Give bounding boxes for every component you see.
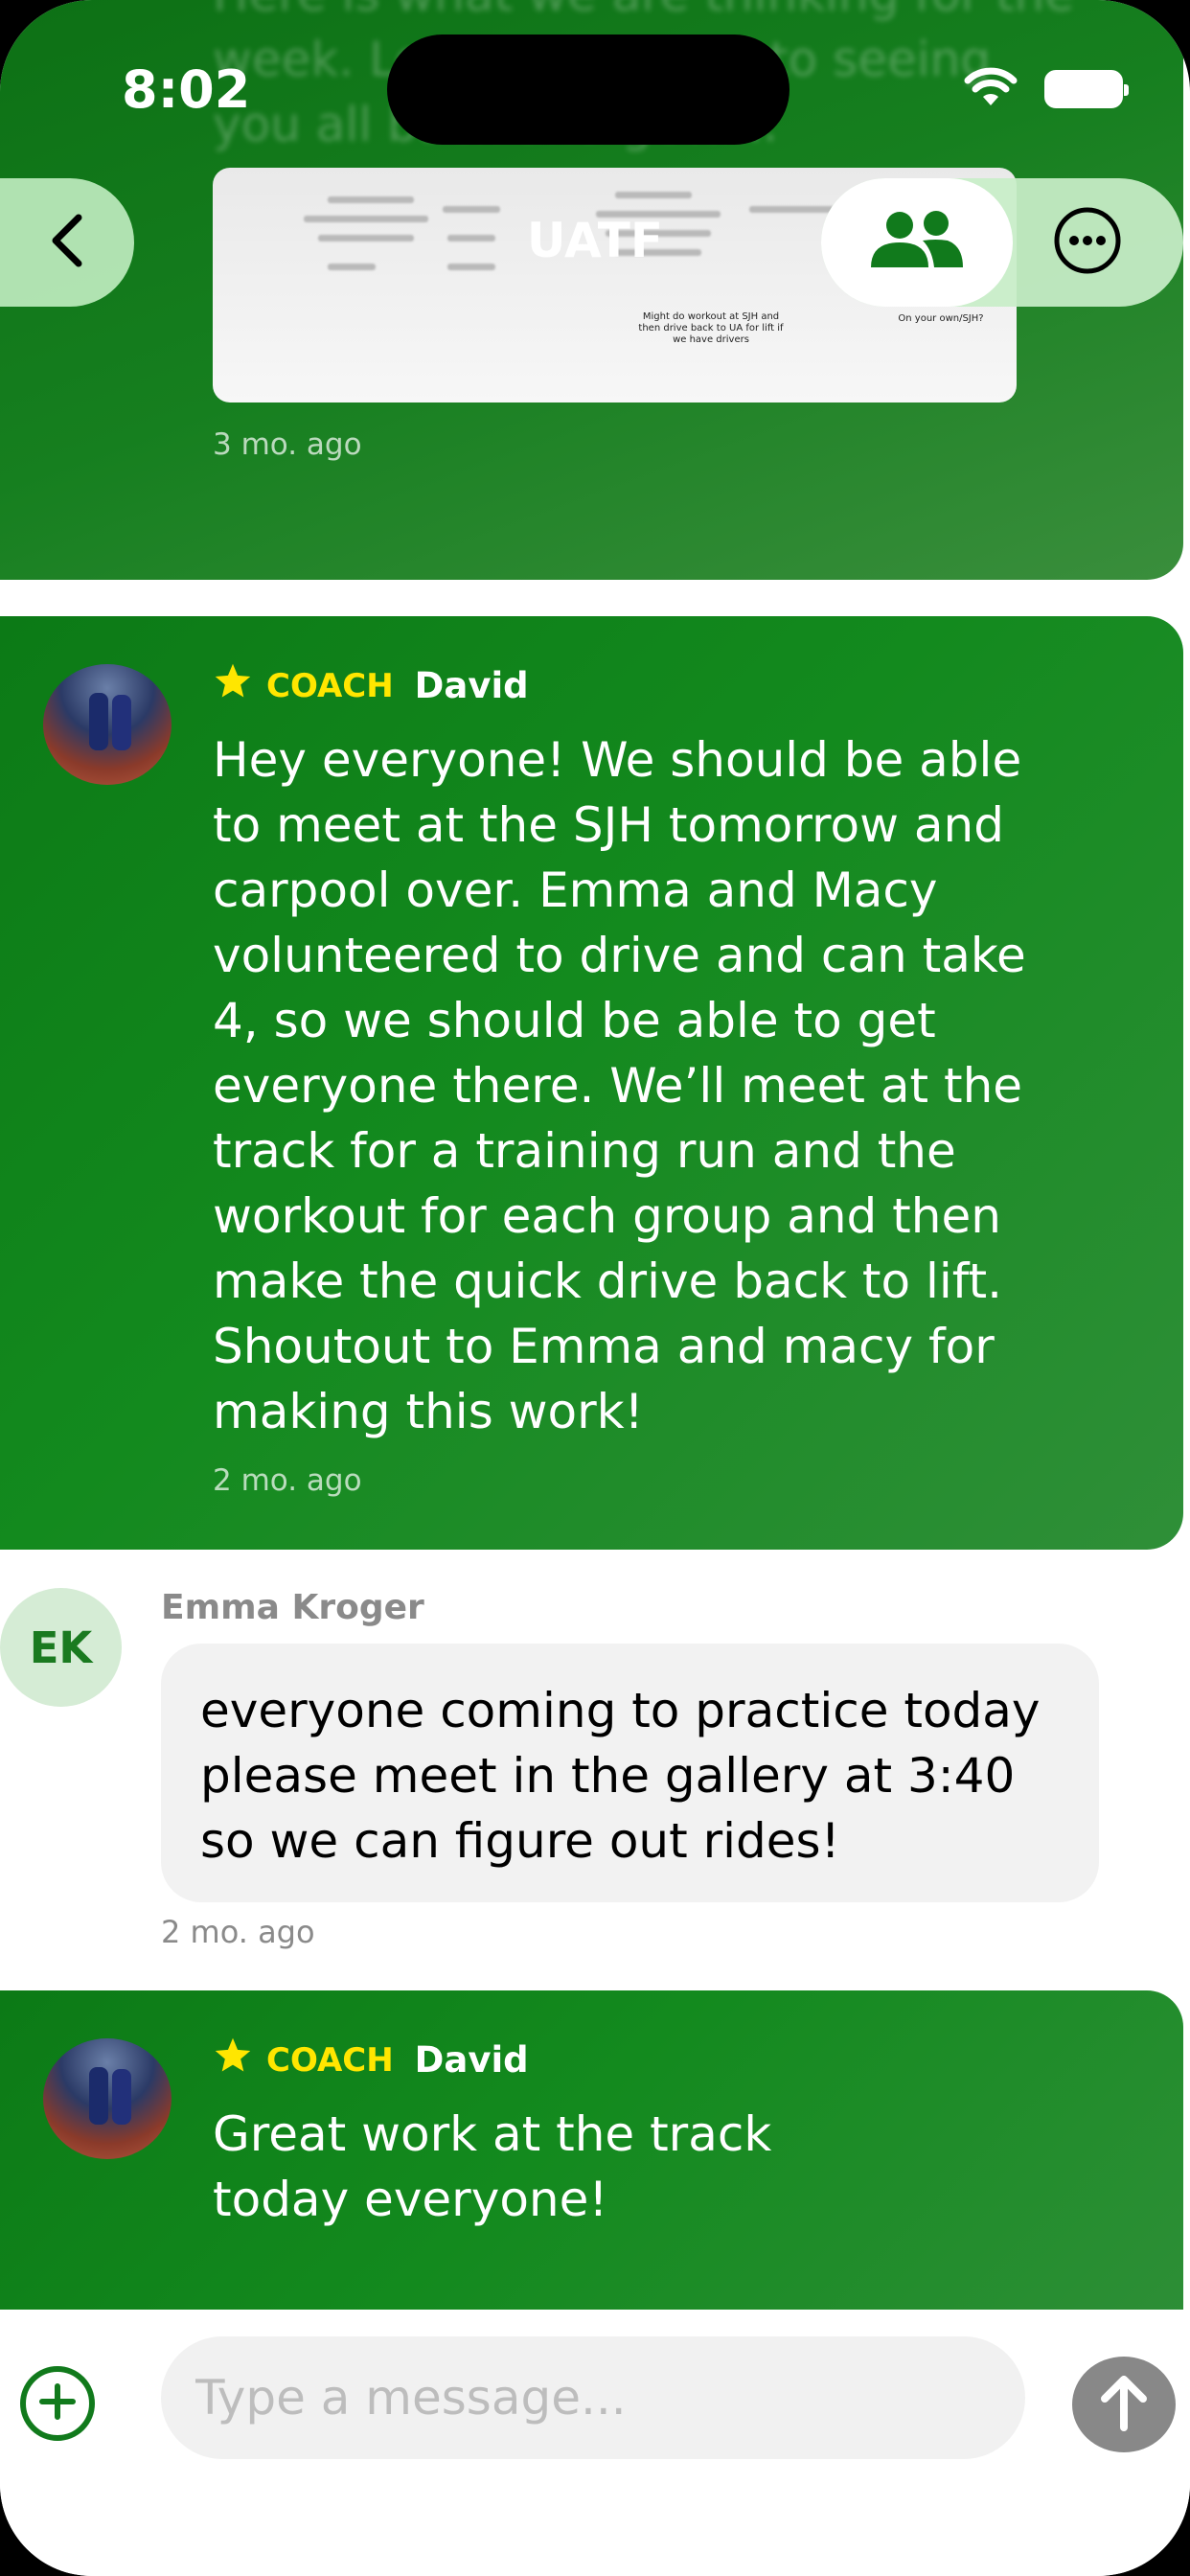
more-icon <box>1053 206 1122 279</box>
nav-actions <box>821 178 1183 307</box>
battery-icon <box>1044 70 1129 108</box>
coach-badge: COACH <box>213 2036 394 2083</box>
send-button[interactable] <box>1072 2357 1176 2452</box>
star-icon <box>213 662 253 709</box>
avatar[interactable]: EK <box>0 1588 122 1707</box>
message-header: COACH David <box>213 662 529 709</box>
message-input[interactable] <box>161 2336 1025 2459</box>
dynamic-island <box>387 34 790 145</box>
arrow-up-icon <box>1097 2372 1151 2437</box>
message-bubble[interactable]: everyone coming to practice today please… <box>161 1644 1099 1902</box>
star-icon <box>213 2036 253 2083</box>
message-text: Hey everyone! We should be able to meet … <box>213 732 1026 1439</box>
chat-title: UATF <box>526 213 664 268</box>
message-timestamp: 2 mo. ago <box>213 1463 362 1498</box>
chevron-left-icon <box>48 212 86 273</box>
message-text: Great work at the track today everyone! <box>213 2106 772 2227</box>
status-icons <box>964 67 1129 111</box>
coach-badge: COACH <box>213 662 394 709</box>
wifi-icon <box>964 67 1018 111</box>
coach-label: COACH <box>266 666 394 705</box>
author-name: Emma Kroger <box>161 1588 424 1627</box>
attachment-note: On your own/SJH? <box>898 313 984 324</box>
members-button[interactable] <box>821 178 1013 307</box>
people-icon <box>867 210 967 275</box>
status-time: 8:02 <box>122 59 251 120</box>
author-name: David <box>414 2039 529 2081</box>
message-text: everyone coming to practice today please… <box>200 1683 1041 1869</box>
message-timestamp: 3 mo. ago <box>213 427 362 462</box>
chat-screen: Here is what we are thinking for the wee… <box>0 0 1190 2576</box>
author-name: David <box>414 665 529 706</box>
back-button[interactable] <box>0 178 134 307</box>
plus-icon <box>38 2382 77 2425</box>
avatar[interactable] <box>43 2038 172 2159</box>
avatar[interactable] <box>43 664 172 785</box>
coach-label: COACH <box>266 2040 394 2080</box>
message-card[interactable]: COACH David Hey everyone! We should be a… <box>0 616 1183 1550</box>
message-timestamp: 2 mo. ago <box>161 1914 315 1950</box>
more-options-button[interactable] <box>1020 178 1155 307</box>
message-header: COACH David <box>213 2036 529 2083</box>
add-attachment-button[interactable] <box>20 2366 95 2441</box>
attachment-note: Might do workout at SJH and then drive b… <box>638 311 784 345</box>
